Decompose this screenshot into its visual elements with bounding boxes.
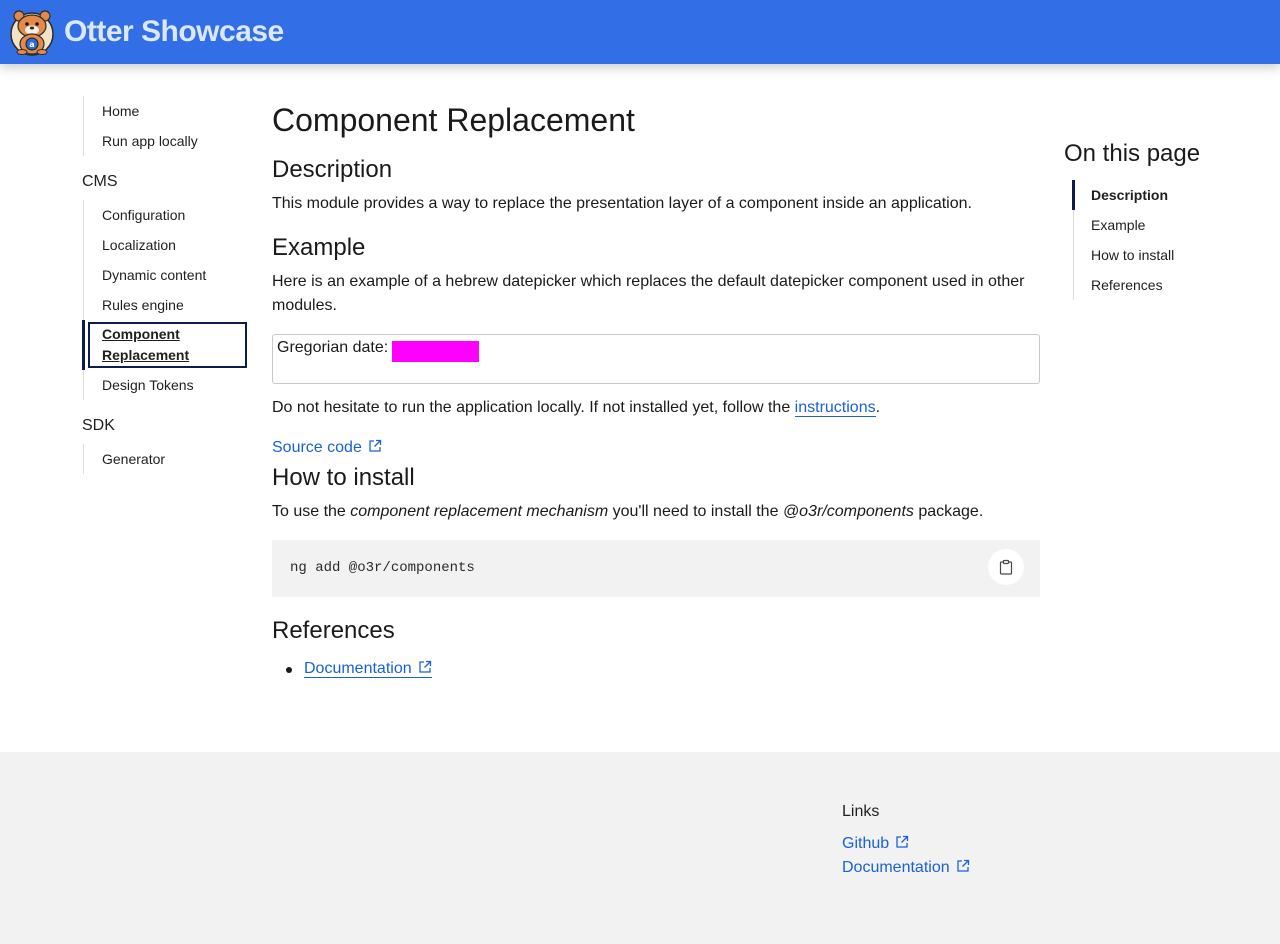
page-footer: Links Github Documentation	[0, 752, 1280, 944]
run-locally-hint: Do not hesitate to run the application l…	[272, 396, 1040, 420]
install-text: To use the component replacement mechani…	[272, 500, 1040, 524]
sidebar-item-dynamic-content[interactable]: Dynamic content	[84, 260, 248, 290]
sidebar-item-rules-engine[interactable]: Rules engine	[84, 290, 248, 320]
example-heading: Example	[272, 234, 366, 261]
sidebar-item-component-replacement[interactable]: Component Replacement	[82, 320, 248, 370]
datepicker-input[interactable]	[392, 341, 480, 362]
description-text: This module provides a way to replace th…	[272, 195, 972, 212]
package-name: @o3r/components	[782, 503, 914, 520]
sidebar-section-cms: CMS	[82, 173, 118, 190]
toc-list: Description Example How to install Refer…	[1072, 180, 1264, 300]
main-content: Component Replacement Description This m…	[272, 96, 1040, 681]
top-navbar: a Otter Showcase	[0, 0, 1280, 64]
source-code-link[interactable]: Source code	[272, 439, 382, 456]
documentation-link[interactable]: Documentation	[304, 660, 432, 678]
sidebar-item-localization[interactable]: Localization	[84, 230, 248, 260]
gregorian-date-label: Gregorian date:	[277, 339, 389, 356]
sidebar-item-design-tokens[interactable]: Design Tokens	[84, 370, 248, 400]
toc-item-references[interactable]: References	[1074, 270, 1264, 300]
page-title: Component Replacement	[272, 102, 635, 138]
install-text-part: package.	[913, 503, 984, 520]
footer-links-column: Links Github Documentation	[842, 800, 970, 880]
sidebar-group-cms: Configuration Localization Dynamic conte…	[82, 200, 248, 400]
install-text-part: you'll need to install the	[608, 503, 783, 520]
sidebar-item-home[interactable]: Home	[84, 96, 248, 126]
table-of-contents: On this page Description Example How to …	[1064, 136, 1264, 300]
brand-title[interactable]: Otter Showcase	[64, 15, 284, 49]
install-heading: How to install	[272, 464, 415, 491]
install-text-emphasis: component replacement mechanism	[350, 503, 609, 520]
footer-github-link[interactable]: Github	[842, 832, 970, 856]
footer-links-title: Links	[842, 803, 880, 820]
example-text: Here is an example of a hebrew datepicke…	[272, 273, 1025, 314]
source-code-row: Source code	[272, 436, 1040, 460]
sidebar-group-sdk: Generator	[83, 444, 248, 474]
clipboard-icon	[999, 559, 1013, 575]
sidebar-section-sdk: SDK	[82, 417, 115, 434]
install-code-block: ng add @o3r/components	[272, 540, 1040, 597]
otter-logo-icon[interactable]: a	[8, 8, 56, 56]
documentation-label: Documentation	[304, 660, 412, 677]
sidebar-item-run-app-locally[interactable]: Run app locally	[84, 126, 248, 156]
sidebar-nav: Home Run app locally CMS Configuration L…	[82, 96, 248, 474]
sidebar-item-configuration[interactable]: Configuration	[84, 200, 248, 230]
sidebar-group-root: Home Run app locally	[83, 96, 248, 156]
external-link-icon	[956, 859, 969, 872]
install-command: ng add @o3r/components	[290, 560, 475, 576]
toc-item-description[interactable]: Description	[1072, 180, 1264, 210]
list-item: Documentation	[272, 657, 1040, 681]
description-heading: Description	[272, 156, 393, 183]
external-link-icon	[369, 439, 381, 452]
documentation-label: Documentation	[842, 859, 950, 876]
install-text-part: To use the	[272, 503, 351, 520]
sidebar-item-generator[interactable]: Generator	[84, 444, 248, 474]
sidebar-item-label: Component Replacement	[102, 326, 190, 363]
source-code-label: Source code	[272, 439, 362, 456]
toc-item-how-to-install[interactable]: How to install	[1074, 240, 1264, 270]
hint-prefix: Do not hesitate to run the application l…	[272, 399, 795, 416]
references-heading: References	[272, 617, 395, 644]
external-link-icon	[896, 835, 909, 848]
footer-documentation-link[interactable]: Documentation	[842, 856, 970, 880]
copy-button[interactable]	[988, 549, 1024, 585]
datepicker-demo: Gregorian date:	[272, 334, 1040, 384]
svg-text:a: a	[29, 40, 34, 49]
references-list: Documentation	[272, 657, 1040, 681]
hint-suffix: .	[875, 399, 881, 416]
toc-item-example[interactable]: Example	[1074, 210, 1264, 240]
github-label: Github	[842, 835, 890, 852]
external-link-icon	[418, 660, 431, 673]
instructions-link[interactable]: instructions	[794, 399, 876, 417]
toc-title: On this page	[1064, 140, 1201, 167]
